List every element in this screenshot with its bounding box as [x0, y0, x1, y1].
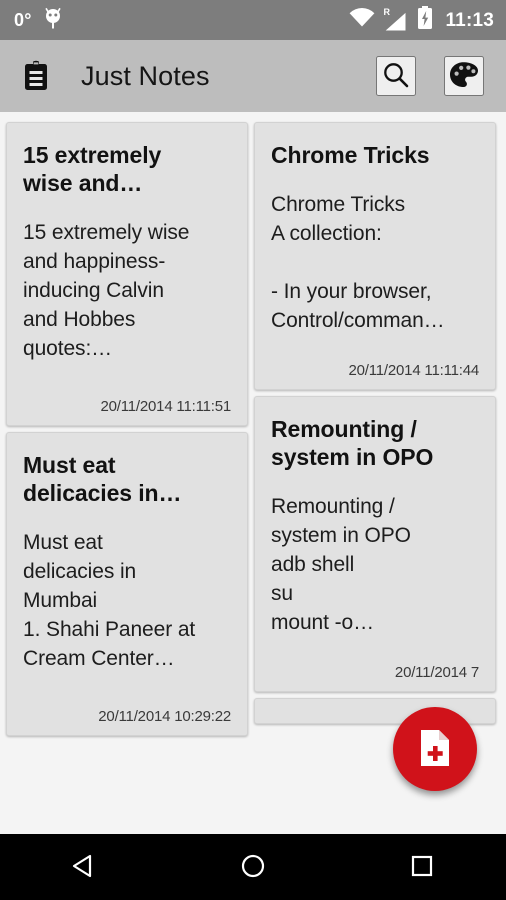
note-title: Remounting / system in OPO [271, 415, 434, 470]
note-card[interactable]: Must eat delicacies in… Must eat delicac… [6, 431, 248, 736]
signal-roaming-icon: R [383, 8, 408, 31]
note-timestamp: 20/11/2014 10:29:22 [98, 707, 231, 725]
note-card[interactable]: 15 extremely wise and… 15 extremely wise… [6, 122, 248, 426]
clock: 11:13 [445, 9, 494, 31]
status-bar-left: 0° [14, 7, 63, 34]
search-icon [381, 60, 411, 93]
navigation-bar [0, 834, 506, 900]
note-card[interactable]: Remounting / system in OPO Remounting / … [254, 395, 496, 692]
temperature-indicator: 0° [14, 10, 32, 30]
recents-square-icon [407, 851, 437, 884]
phone-screen: 0° R 11:13 Just Notes 15 extremely wise … [0, 0, 506, 900]
note-card[interactable]: Chrome Tricks Chrome Tricks A collection… [254, 122, 496, 390]
notes-grid: 15 extremely wise and… 15 extremely wise… [0, 112, 506, 736]
note-timestamp: 20/11/2014 7 [394, 663, 479, 681]
new-document-icon [417, 728, 453, 771]
back-triangle-icon [69, 851, 99, 884]
nav-recents-button[interactable] [337, 834, 506, 900]
note-timestamp: 20/11/2014 11:11:44 [348, 361, 480, 379]
palette-icon [449, 61, 479, 92]
theme-button[interactable] [444, 56, 484, 96]
nav-back-button[interactable] [0, 834, 169, 900]
note-title: Must eat delicacies in… [23, 451, 182, 506]
note-body: Remounting / system in OPO adb shell su … [271, 494, 411, 634]
page-title: Just Notes [81, 60, 210, 91]
search-button[interactable] [376, 56, 416, 96]
wifi-icon [349, 7, 375, 33]
note-title: 15 extremely wise and… [23, 142, 162, 197]
android-head-icon [43, 7, 63, 34]
battery-charging-icon [417, 5, 433, 35]
note-body: Chrome Tricks A collection: - In your br… [271, 193, 445, 332]
nav-home-button[interactable] [169, 834, 338, 900]
app-bar: Just Notes [0, 40, 506, 112]
status-bar: 0° R 11:13 [0, 0, 506, 40]
notes-column-left: 15 extremely wise and… 15 extremely wise… [6, 122, 248, 736]
note-title: Chrome Tricks [271, 142, 430, 168]
clipboard-notes-icon [20, 60, 52, 92]
new-note-fab[interactable] [393, 707, 477, 791]
home-circle-icon [238, 851, 268, 884]
note-timestamp: 20/11/2014 11:11:51 [100, 397, 232, 415]
note-body: 15 extremely wise and happiness- inducin… [23, 221, 190, 360]
note-body: Must eat delicacies in Mumbai 1. Shahi P… [23, 531, 196, 670]
status-bar-right: R 11:13 [349, 5, 494, 35]
notes-column-right: Chrome Tricks Chrome Tricks A collection… [254, 122, 496, 724]
